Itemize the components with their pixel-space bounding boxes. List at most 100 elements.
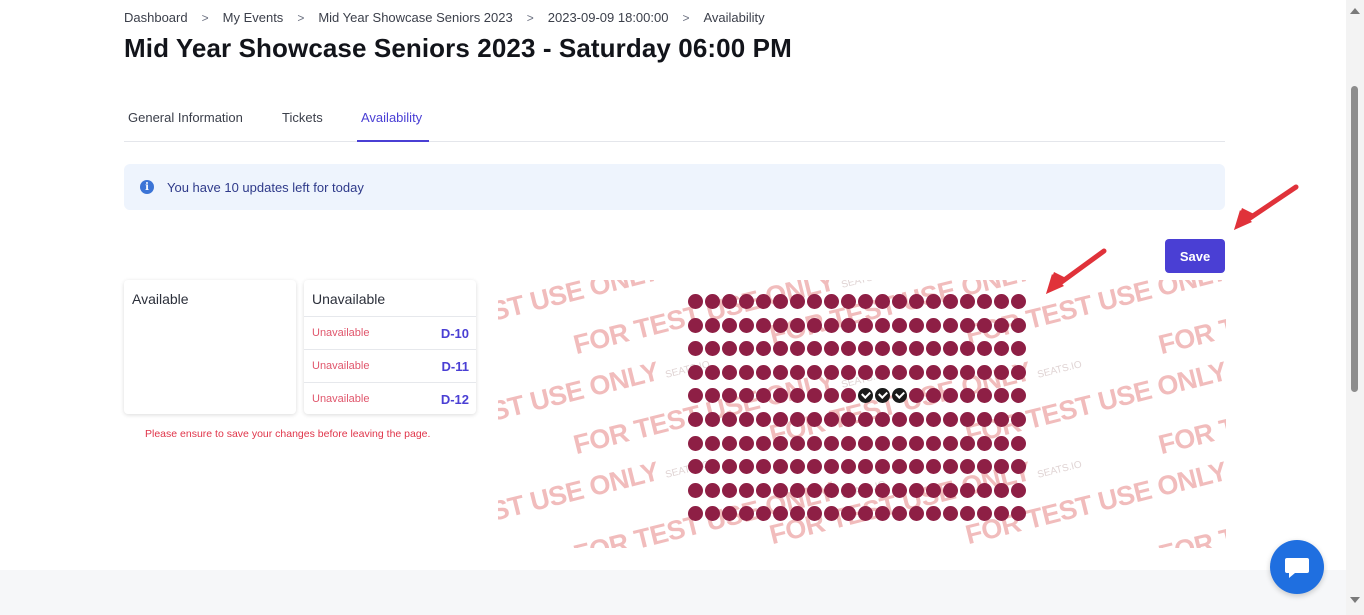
seat[interactable] — [790, 294, 805, 309]
seat[interactable] — [909, 482, 924, 498]
seat[interactable] — [994, 341, 1009, 357]
seat[interactable] — [705, 388, 720, 404]
seat[interactable] — [824, 341, 839, 357]
seat[interactable] — [875, 482, 890, 498]
seat[interactable] — [892, 435, 907, 451]
seat[interactable] — [790, 459, 805, 475]
seat[interactable] — [773, 482, 788, 498]
seat[interactable] — [739, 388, 754, 404]
seat[interactable] — [841, 388, 856, 404]
seat[interactable] — [977, 412, 992, 427]
scroll-up-icon[interactable] — [1350, 8, 1360, 14]
breadcrumb-my-events[interactable]: My Events — [223, 10, 284, 25]
seat[interactable] — [994, 364, 1009, 380]
seat[interactable] — [909, 412, 924, 427]
seat[interactable] — [756, 459, 771, 475]
seat[interactable] — [739, 459, 754, 475]
seat[interactable] — [722, 364, 737, 380]
seat[interactable] — [977, 388, 992, 404]
seat[interactable] — [858, 317, 873, 333]
seat[interactable] — [892, 364, 907, 380]
seat[interactable] — [705, 412, 720, 427]
seat[interactable] — [722, 435, 737, 451]
seat[interactable] — [977, 482, 992, 498]
seat[interactable] — [960, 412, 975, 427]
seat[interactable] — [807, 388, 822, 404]
seat[interactable] — [1011, 341, 1026, 357]
seat[interactable] — [722, 317, 737, 333]
seat[interactable] — [705, 317, 720, 333]
seat[interactable] — [858, 364, 873, 380]
seat[interactable] — [824, 412, 839, 427]
seat[interactable] — [977, 506, 992, 522]
seat[interactable] — [824, 317, 839, 333]
seat[interactable] — [926, 435, 941, 451]
seat[interactable] — [960, 482, 975, 498]
seat[interactable] — [756, 294, 771, 309]
breadcrumb-date[interactable]: 2023-09-09 18:00:00 — [548, 10, 669, 25]
seat[interactable] — [875, 459, 890, 475]
seat[interactable] — [994, 506, 1009, 522]
seat[interactable] — [756, 506, 771, 522]
seat[interactable] — [688, 364, 703, 380]
seat[interactable] — [824, 435, 839, 451]
seat[interactable] — [909, 364, 924, 380]
seat[interactable] — [790, 364, 805, 380]
seat[interactable] — [688, 412, 703, 427]
seat[interactable] — [926, 412, 941, 427]
seat[interactable] — [841, 364, 856, 380]
seat[interactable] — [977, 294, 992, 309]
seat[interactable] — [824, 506, 839, 522]
seat[interactable] — [688, 482, 703, 498]
seat[interactable] — [960, 388, 975, 404]
seat[interactable] — [892, 294, 907, 309]
seat[interactable] — [875, 364, 890, 380]
seat[interactable] — [858, 435, 873, 451]
unavailable-seat-row[interactable]: Unavailable D-12 — [304, 382, 476, 415]
seat[interactable] — [926, 482, 941, 498]
seat[interactable] — [722, 459, 737, 475]
seat[interactable] — [892, 506, 907, 522]
seat[interactable] — [773, 388, 788, 404]
seat[interactable] — [705, 459, 720, 475]
seat[interactable] — [807, 294, 822, 309]
seat[interactable] — [1011, 364, 1026, 380]
seat[interactable] — [926, 459, 941, 475]
seat[interactable] — [722, 482, 737, 498]
seat[interactable] — [824, 364, 839, 380]
seat[interactable] — [824, 294, 839, 309]
seat[interactable] — [756, 482, 771, 498]
seat-map[interactable]: FOR TEST USE ONLYSEATS.IOFOR TEST USE ON… — [498, 280, 1226, 548]
seat[interactable] — [756, 388, 771, 404]
seat[interactable] — [1011, 435, 1026, 451]
seat[interactable] — [926, 294, 941, 309]
seat[interactable] — [688, 317, 703, 333]
seat[interactable] — [722, 506, 737, 522]
unavailable-seat-row[interactable]: Unavailable D-10 — [304, 316, 476, 349]
seat[interactable] — [994, 459, 1009, 475]
seat[interactable] — [892, 412, 907, 427]
seat[interactable] — [960, 341, 975, 357]
seat[interactable] — [943, 317, 958, 333]
seat[interactable] — [722, 412, 737, 427]
seat[interactable] — [773, 435, 788, 451]
seat[interactable] — [841, 435, 856, 451]
unavailable-seat-row[interactable]: Unavailable D-11 — [304, 349, 476, 382]
seat[interactable] — [875, 506, 890, 522]
seat[interactable] — [1011, 506, 1026, 522]
seat[interactable] — [858, 482, 873, 498]
seat[interactable] — [807, 459, 822, 475]
seat[interactable] — [807, 341, 822, 357]
scrollbar[interactable] — [1346, 0, 1364, 615]
seat[interactable] — [688, 388, 703, 404]
seat[interactable] — [773, 294, 788, 309]
seat[interactable] — [722, 388, 737, 404]
seat[interactable] — [943, 459, 958, 475]
tab-general-information[interactable]: General Information — [128, 110, 243, 125]
seat[interactable] — [807, 364, 822, 380]
seat[interactable] — [926, 341, 941, 357]
seat[interactable] — [1011, 294, 1026, 309]
seat[interactable] — [688, 341, 703, 357]
seat[interactable] — [909, 294, 924, 309]
seat-selected[interactable] — [875, 388, 890, 404]
